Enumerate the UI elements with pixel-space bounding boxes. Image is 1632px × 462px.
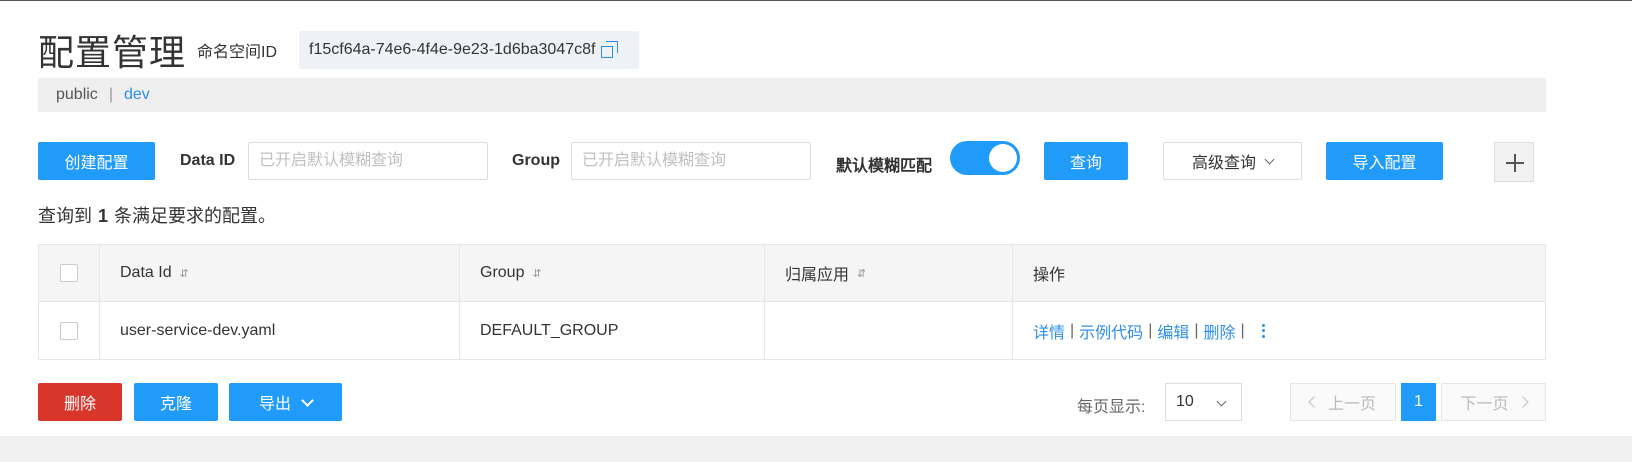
page-size-label: 每页显示: (1077, 399, 1146, 416)
next-page-label: 下一页 (1460, 396, 1509, 413)
action-separator: | (1070, 321, 1075, 339)
action-separator: | (1194, 321, 1199, 339)
cell-actions: 详情 | 示例代码 | 编辑 | 删除 | (1013, 302, 1545, 359)
group-label: Group (512, 152, 560, 169)
column-label: Data Id (120, 264, 172, 281)
column-label: Group (480, 264, 525, 281)
namespace-id-value: f15cf64a-74e6-4f4e-9e23-1d6ba3047c8f (309, 41, 596, 58)
chevron-right-icon (1516, 396, 1529, 408)
result-suffix: 条满足要求的配置。 (114, 206, 277, 226)
column-label: 操作 (1033, 267, 1066, 284)
result-summary: 查询到 1 条满足要求的配置。 (38, 202, 276, 228)
table-row: user-service-dev.yaml DEFAULT_GROUP 详情 |… (39, 302, 1545, 359)
bottom-strip (0, 436, 1632, 462)
group-input[interactable] (571, 142, 811, 180)
page-number-current[interactable]: 1 (1401, 383, 1436, 421)
namespace-id-box: f15cf64a-74e6-4f4e-9e23-1d6ba3047c8f (299, 31, 639, 69)
fuzzy-match-toggle[interactable] (950, 141, 1020, 175)
plus-icon[interactable] (1494, 142, 1534, 182)
action-separator: | (1148, 321, 1153, 339)
chevron-down-icon (1264, 154, 1275, 164)
table-header-row: Data Id ⇵ Group ⇵ 归属应用 ⇵ 操作 (39, 245, 1545, 302)
toggle-knob (989, 144, 1017, 172)
column-header-app[interactable]: 归属应用 ⇵ (765, 245, 1013, 301)
advanced-query-label: 高级查询 (1191, 155, 1256, 172)
row-checkbox[interactable] (60, 321, 78, 340)
namespace-bar: public | dev (38, 78, 1546, 112)
sort-icon[interactable]: ⇵ (857, 267, 866, 280)
action-sample-code-link[interactable]: 示例代码 (1079, 319, 1143, 343)
chevron-down-icon (1216, 396, 1227, 407)
config-table: Data Id ⇵ Group ⇵ 归属应用 ⇵ 操作 user-service… (38, 244, 1546, 360)
clone-button[interactable]: 克隆 (134, 383, 218, 421)
action-edit-link[interactable]: 编辑 (1157, 319, 1189, 343)
export-label: 导出 (258, 396, 291, 413)
prev-page-label: 上一页 (1327, 396, 1376, 413)
copy-icon[interactable] (601, 41, 619, 59)
query-button[interactable]: 查询 (1044, 142, 1128, 180)
namespace-id-label: 命名空间ID (197, 44, 278, 61)
page-size-value: 10 (1176, 393, 1194, 410)
result-count: 1 (98, 206, 109, 226)
cell-group: DEFAULT_GROUP (460, 302, 765, 359)
column-header-data-id[interactable]: Data Id ⇵ (100, 245, 460, 301)
page-title: 配置管理 (38, 33, 187, 74)
namespace-tab-public[interactable]: public (56, 86, 98, 104)
sort-icon[interactable]: ⇵ (180, 267, 189, 280)
header-checkbox-cell (39, 245, 100, 301)
fuzzy-match-label: 默认模糊匹配 (836, 158, 933, 175)
cell-data-id: user-service-dev.yaml (100, 302, 460, 359)
cell-app (765, 302, 1013, 359)
chevron-down-icon (301, 393, 314, 407)
export-button[interactable]: 导出 (229, 383, 342, 421)
namespace-tab-dev[interactable]: dev (124, 86, 150, 104)
create-config-button[interactable]: 创建配置 (38, 142, 155, 180)
data-id-input[interactable] (248, 142, 488, 180)
prev-page-button[interactable]: 上一页 (1290, 383, 1396, 421)
top-border (0, 0, 1632, 1)
column-label: 归属应用 (785, 267, 850, 284)
more-actions-icon[interactable] (1261, 323, 1265, 338)
select-all-checkbox[interactable] (60, 264, 78, 282)
batch-delete-button[interactable]: 删除 (38, 383, 122, 421)
namespace-separator: | (108, 86, 113, 103)
action-separator: | (1240, 321, 1245, 339)
sort-icon[interactable]: ⇵ (532, 267, 541, 280)
page-size-select[interactable]: 10 (1165, 383, 1242, 421)
action-details-link[interactable]: 详情 (1033, 319, 1065, 343)
action-delete-link[interactable]: 删除 (1204, 319, 1236, 343)
row-checkbox-cell (39, 302, 100, 359)
advanced-query-button[interactable]: 高级查询 (1163, 142, 1302, 180)
next-page-button[interactable]: 下一页 (1441, 383, 1546, 421)
data-id-label: Data ID (180, 152, 236, 169)
column-header-group[interactable]: Group ⇵ (460, 245, 765, 301)
import-config-button[interactable]: 导入配置 (1326, 142, 1443, 180)
chevron-left-icon (1308, 396, 1320, 408)
column-header-actions: 操作 (1013, 245, 1545, 301)
result-prefix: 查询到 (38, 206, 92, 226)
